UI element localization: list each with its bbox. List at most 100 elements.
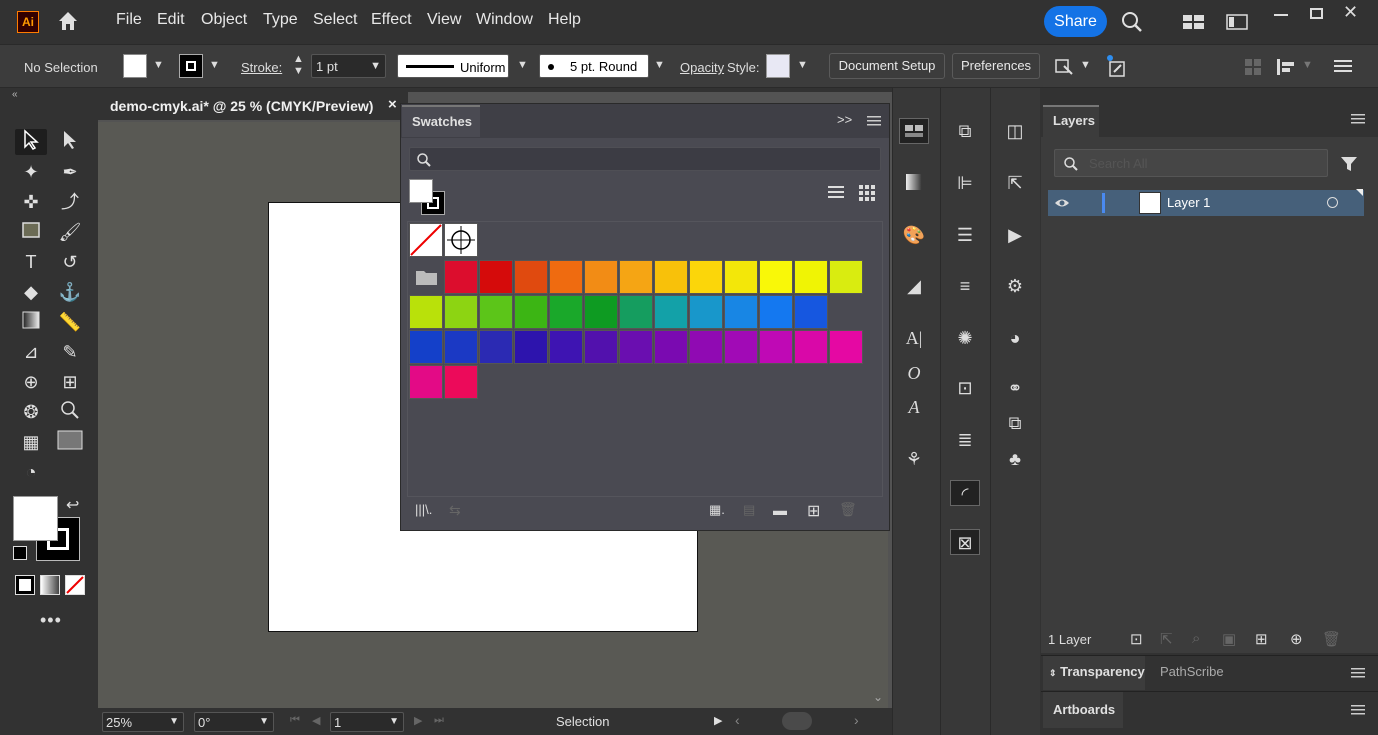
color-swatch[interactable] [479,330,513,364]
fill-dropdown-chevron-icon[interactable]: ▼ [153,59,164,71]
isolate-dropdown-chevron-icon[interactable]: ▼ [1080,59,1091,71]
color-swatch[interactable] [549,295,583,329]
share-button[interactable]: Share [1044,6,1107,37]
color-guide-icon[interactable]: 🎨 [899,222,929,248]
variable-width-profile[interactable]: Uniform [397,54,509,78]
menu-help[interactable]: Help [548,11,581,29]
swatches-tab[interactable]: Swatches [402,105,480,137]
color-swatch[interactable] [689,295,723,329]
swatch-libraries-icon[interactable]: |||\. [415,502,432,517]
menu-view[interactable]: View [427,11,461,29]
gradient-panel-icon[interactable] [899,170,929,196]
magic-wand-icon[interactable]: ✦ [17,159,45,185]
blend-tool-icon[interactable]: ✎ [56,339,84,365]
color-swatch[interactable] [724,330,758,364]
home-icon[interactable] [56,9,80,33]
paragraph-panel-icon[interactable]: ≣ [950,427,980,453]
asset-export-icon[interactable]: ⇱ [1000,170,1030,196]
pathfinder-icon[interactable]: ⧉ [950,118,980,144]
stroke-label[interactable]: Stroke: [241,60,282,75]
eraser-tool-icon[interactable]: ◆ [17,279,45,305]
document-setup-button[interactable]: Document Setup [829,53,945,79]
collapse-toolbar-icon[interactable]: « [12,89,18,100]
none-swatch[interactable] [409,223,443,257]
transparency-panel-icon[interactable]: ⧉ [1000,410,1030,436]
color-swatch[interactable] [619,330,653,364]
character-panel-icon[interactable]: A| [899,325,929,351]
new-color-group-icon[interactable]: ▬ [773,502,787,518]
document-tab-close-icon[interactable]: × [388,96,397,113]
new-swatch-icon[interactable]: ⊞ [807,501,820,521]
color-swatch[interactable] [794,330,828,364]
gradient-mode-icon[interactable] [40,575,60,595]
glyphs-panel-icon[interactable]: O [899,360,929,386]
align-panel-icon[interactable]: ⊫ [950,170,980,196]
color-swatch[interactable] [759,330,793,364]
menu-type[interactable]: Type [263,11,298,29]
swap-fill-stroke-icon[interactable]: ↩ [66,495,79,515]
anchor-point-icon[interactable]: ✜ [17,189,45,215]
libraries-panel-icon[interactable]: ◫ [1000,118,1030,144]
edit-toolbar-icon[interactable]: ••• [40,610,62,631]
swatches-menu-icon[interactable] [867,115,881,127]
previous-artboard-icon[interactable]: ◀ [312,714,320,727]
show-kinds-icon[interactable]: ▦. [709,502,725,518]
export-panel-icon[interactable]: ⊠ [950,529,980,555]
place-swatch-icon[interactable]: ⇆ [449,502,461,519]
close-icon[interactable]: ✕ [1343,2,1358,23]
menu-object[interactable]: Object [201,11,247,29]
new-layer-icon[interactable]: ⊕ [1290,630,1303,648]
layers-filter-icon[interactable] [1340,155,1358,173]
zoom-tool-icon[interactable] [56,399,84,425]
color-swatch[interactable] [654,295,688,329]
menu-window[interactable]: Window [476,11,533,29]
swatches-panel-icon[interactable] [899,118,929,144]
artboards-menu-icon[interactable] [1351,704,1365,716]
document-tab[interactable]: demo-cmyk.ai* @ 25 % (CMYK/Preview) [98,92,408,120]
color-swatch[interactable] [479,260,513,294]
layer-target-icon[interactable] [1327,197,1338,208]
direct-selection-icon[interactable] [56,129,84,155]
color-mode-icon[interactable] [15,575,35,595]
horizontal-scroll-thumb[interactable] [782,712,812,730]
collect-export-icon[interactable]: ⊡ [1130,630,1143,648]
status-menu-icon[interactable]: ▶ [714,714,722,727]
plugin-panel-icon[interactable]: ⚘ [899,446,929,472]
artboards-tab[interactable]: Artboards [1043,692,1123,728]
rotation-field[interactable]: 0° ▼ [194,712,274,732]
minimize-icon[interactable] [1274,14,1288,16]
align-icon[interactable] [1243,57,1263,77]
color-swatch[interactable] [409,365,443,399]
curvature-tool-icon[interactable]: ⤴ [56,189,84,215]
layer-row[interactable]: Layer 1 [1048,189,1364,216]
paintbrush-icon[interactable]: 🖌 [56,219,84,245]
color-swatch[interactable] [654,330,688,364]
fill-color-box[interactable] [13,496,58,541]
type-tool-icon[interactable]: T [17,249,45,275]
none-mode-icon[interactable] [65,575,85,595]
properties-panel-icon[interactable]: ☰ [950,222,980,248]
measure-tool-icon[interactable]: 📏 [56,309,84,335]
links-panel-icon[interactable]: ⚭ [1000,375,1030,401]
pathscribe-tab[interactable]: PathScribe [1160,664,1224,679]
color-swatch[interactable] [584,295,618,329]
swatches-expand-icon[interactable]: >> [837,112,852,127]
delete-swatch-icon[interactable]: 🗑 [839,501,857,518]
fill-swatch[interactable] [123,54,147,78]
distribute-dropdown-chevron-icon[interactable]: ▼ [1302,59,1313,71]
scroll-right-icon[interactable]: › [854,712,859,728]
zoom-field[interactable]: 25% ▼ [102,712,184,732]
color-swatch[interactable] [514,260,548,294]
profile-dropdown-chevron-icon[interactable]: ▼ [517,59,528,71]
distribute-icon[interactable] [1275,57,1297,77]
color-swatch[interactable] [479,295,513,329]
color-swatch[interactable] [584,260,618,294]
swatches-search-field[interactable] [409,147,881,171]
layer-name[interactable]: Layer 1 [1167,195,1210,210]
last-artboard-icon[interactable]: ⏭ [434,714,444,727]
color-swatch[interactable] [619,295,653,329]
mesh-tool-icon[interactable]: ▦ [17,429,45,455]
stroke-swatch[interactable] [179,54,203,78]
stroke-panel-icon[interactable]: ≡ [950,273,980,299]
recolor-artwork-icon[interactable] [1104,53,1128,79]
